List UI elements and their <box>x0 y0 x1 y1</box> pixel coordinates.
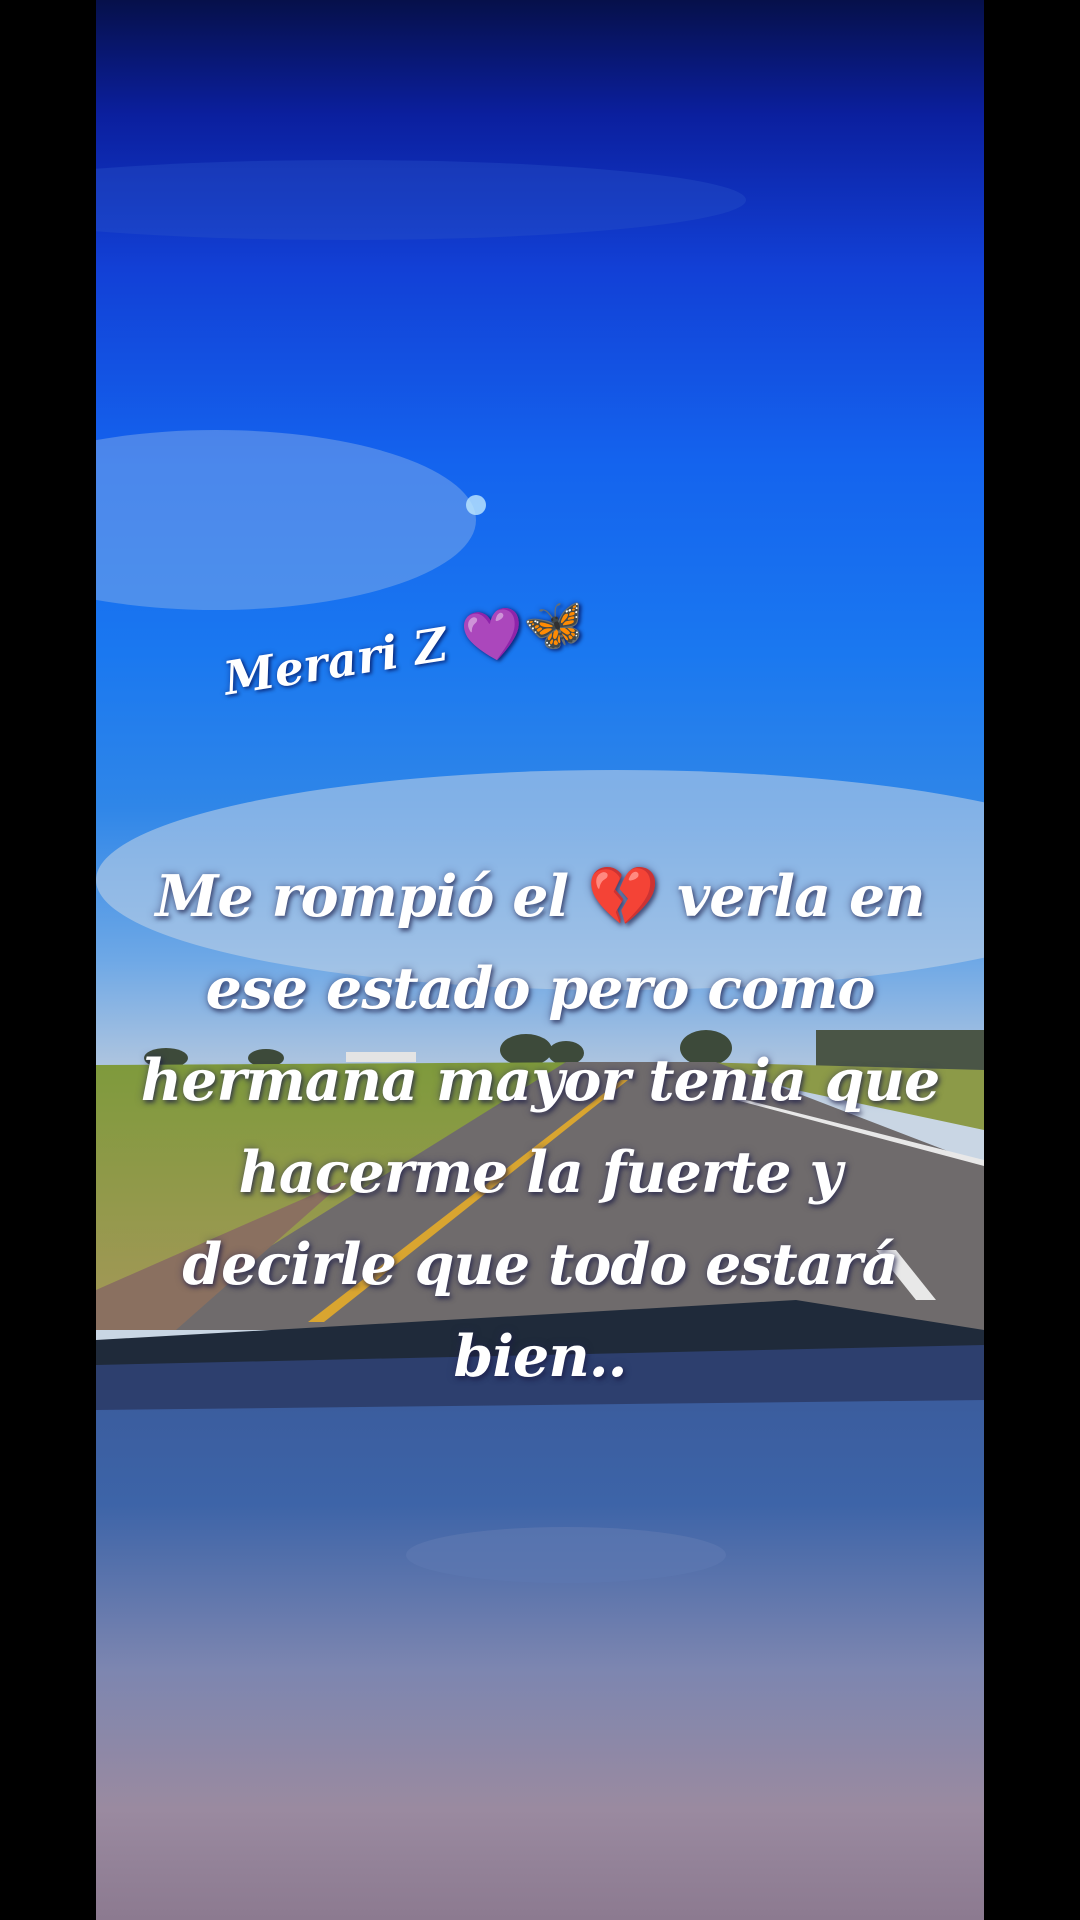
video-frame: Merari Z 💜🦋 Me rompió el 💔 verla en ese … <box>96 0 984 1920</box>
caption-line-1: Me rompió el 💔 verla en <box>155 862 925 930</box>
caption-line-4: hacerme la fuerte y <box>238 1139 842 1206</box>
dash-vent <box>406 1527 726 1583</box>
caption-line-5: decirle que todo estará <box>182 1231 898 1298</box>
cloud <box>96 430 476 610</box>
caption-text: Me rompió el 💔 verla en ese estado pero … <box>116 850 964 1403</box>
sun-glint <box>466 495 486 515</box>
dashboard <box>96 1365 984 1920</box>
broken-heart-icon: 💔 <box>587 862 659 930</box>
caption-line-3: hermana mayor tenia que <box>140 1047 941 1114</box>
caption-line-6: bien.. <box>453 1323 628 1390</box>
cloud <box>96 160 746 240</box>
caption-line-2: ese estado pero como <box>205 955 876 1022</box>
